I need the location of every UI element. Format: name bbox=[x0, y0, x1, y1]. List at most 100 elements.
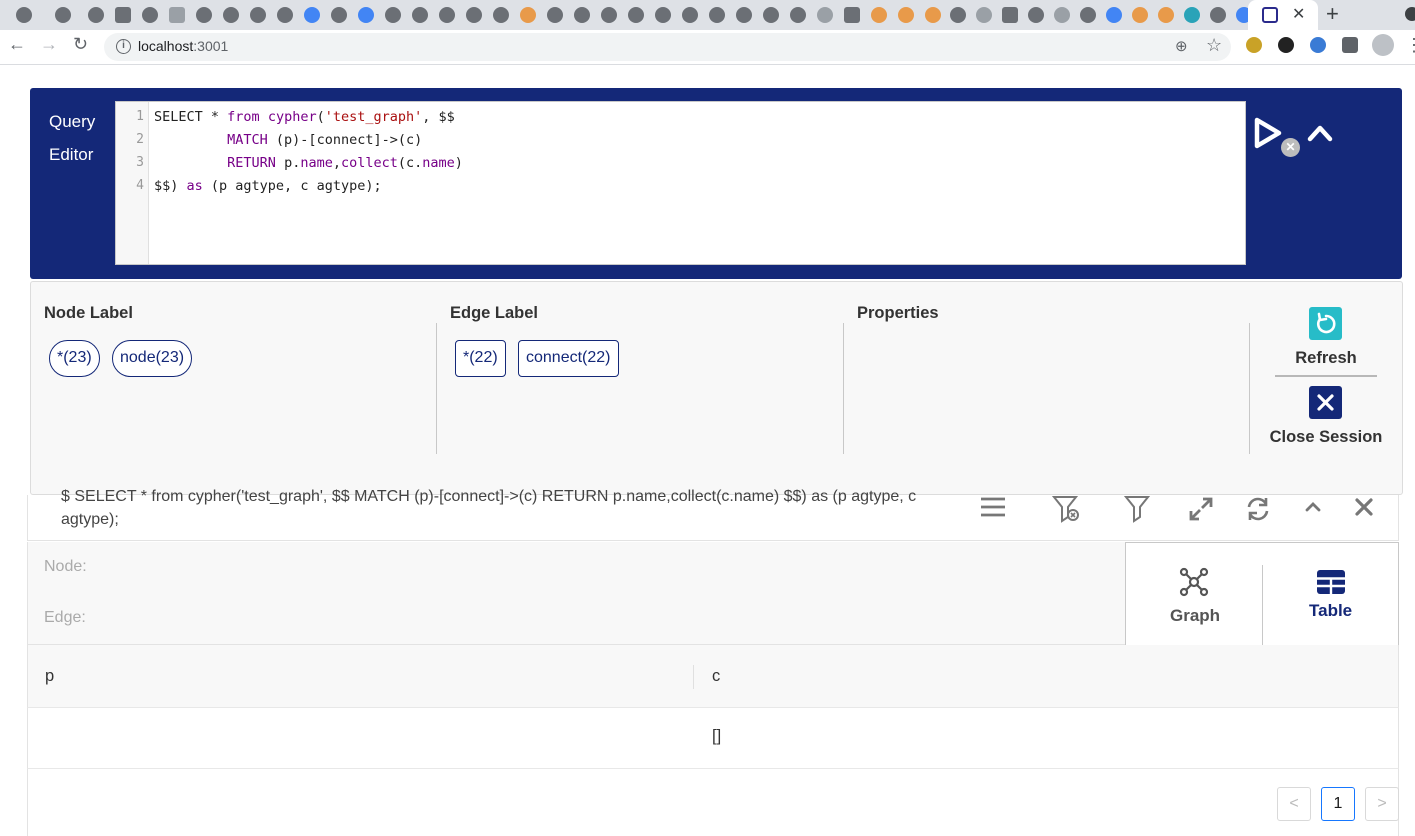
code-editor[interactable]: 1 2 3 4 SELECT * from cypher('test_graph… bbox=[115, 101, 1300, 265]
collapse-editor-icon[interactable] bbox=[1306, 121, 1334, 145]
tab-favicon-icon[interactable] bbox=[1184, 7, 1200, 23]
table-view-button[interactable]: Table bbox=[1263, 543, 1399, 647]
graph-view-button[interactable]: Graph bbox=[1126, 543, 1262, 647]
code-line[interactable]: SELECT * from cypher('test_graph', $$ bbox=[154, 109, 455, 125]
tab-favicon-icon[interactable] bbox=[16, 7, 32, 23]
site-info-icon[interactable]: i bbox=[116, 39, 131, 54]
tab-close-icon[interactable]: ✕ bbox=[1292, 4, 1305, 24]
column-header-c[interactable]: c bbox=[712, 667, 720, 686]
close-session-label[interactable]: Close Session bbox=[1263, 428, 1389, 447]
section-divider bbox=[1249, 323, 1250, 454]
edge-filter-row[interactable]: Edge: bbox=[27, 593, 1127, 645]
refresh-result-icon[interactable] bbox=[1243, 495, 1273, 523]
page-1-button[interactable]: 1 bbox=[1321, 787, 1355, 821]
column-header-p[interactable]: p bbox=[45, 667, 54, 686]
github-icon[interactable] bbox=[682, 7, 698, 23]
node-filter-row[interactable]: Node: bbox=[27, 542, 1127, 594]
code-line[interactable]: $$) as (p agtype, c agtype); bbox=[154, 178, 382, 194]
stackoverflow-icon[interactable] bbox=[925, 7, 941, 23]
github-icon[interactable] bbox=[142, 7, 158, 23]
github-icon[interactable] bbox=[790, 7, 806, 23]
github-icon[interactable] bbox=[709, 7, 725, 23]
tab-favicon-icon[interactable] bbox=[412, 7, 428, 23]
github-icon[interactable] bbox=[466, 7, 482, 23]
bookmark-star-icon[interactable]: ☆ bbox=[1206, 35, 1222, 56]
hamburger-menu-icon[interactable] bbox=[978, 495, 1008, 523]
stackoverflow-icon[interactable] bbox=[1158, 7, 1174, 23]
github-icon[interactable] bbox=[1028, 7, 1044, 23]
github-icon[interactable] bbox=[439, 7, 455, 23]
google-icon[interactable] bbox=[358, 7, 374, 23]
github-icon[interactable] bbox=[655, 7, 671, 23]
code-line[interactable]: MATCH (p)-[connect]->(c) bbox=[154, 132, 422, 148]
tab-favicon-icon[interactable] bbox=[88, 7, 104, 23]
forward-icon[interactable]: → bbox=[40, 34, 58, 55]
stackoverflow-icon[interactable] bbox=[520, 7, 536, 23]
github-icon[interactable] bbox=[628, 7, 644, 23]
google-icon[interactable] bbox=[304, 7, 320, 23]
node-label-chip[interactable]: node(23) bbox=[112, 340, 193, 377]
active-tab[interactable]: ✕ bbox=[1248, 0, 1318, 30]
back-icon[interactable]: ← bbox=[8, 34, 26, 55]
tab-favicon-icon[interactable] bbox=[950, 7, 966, 23]
stackoverflow-icon[interactable] bbox=[1132, 7, 1148, 23]
node-filter-label: Node: bbox=[44, 558, 87, 575]
query-editor-panel: Query Editor 1 2 3 4 SELECT * from cyphe… bbox=[30, 88, 1402, 279]
tab-favicon-icon[interactable] bbox=[1054, 7, 1070, 23]
close-result-icon[interactable] bbox=[1349, 495, 1379, 523]
url-text[interactable]: localhost:3001 bbox=[138, 38, 228, 54]
tab-favicon-icon[interactable] bbox=[976, 7, 992, 23]
reload-icon[interactable]: ↻ bbox=[73, 34, 88, 55]
edge-label-chip[interactable]: connect(22) bbox=[518, 340, 619, 377]
extension-icon[interactable] bbox=[1246, 37, 1262, 53]
zoom-icon[interactable]: ⊕ bbox=[1175, 37, 1188, 55]
tab-search-icon[interactable] bbox=[1405, 7, 1415, 21]
code-line[interactable]: RETURN p.name,collect(c.name) bbox=[154, 155, 463, 171]
next-page-button[interactable]: > bbox=[1365, 787, 1399, 821]
github-icon[interactable] bbox=[763, 7, 779, 23]
google-icon[interactable] bbox=[1106, 7, 1122, 23]
github-icon[interactable] bbox=[493, 7, 509, 23]
node-label-chip[interactable]: *(23) bbox=[49, 340, 100, 377]
github-icon[interactable] bbox=[574, 7, 590, 23]
new-tab-button[interactable]: + bbox=[1326, 1, 1339, 27]
tab-favicon-icon[interactable] bbox=[844, 7, 860, 23]
github-icon[interactable] bbox=[547, 7, 563, 23]
extensions-puzzle-icon[interactable] bbox=[1342, 37, 1358, 53]
prev-page-button[interactable]: < bbox=[1277, 787, 1311, 821]
fullscreen-icon[interactable] bbox=[1186, 495, 1216, 523]
tab-favicon-icon[interactable] bbox=[55, 7, 71, 23]
github-icon[interactable] bbox=[223, 7, 239, 23]
github-icon[interactable] bbox=[277, 7, 293, 23]
run-query-icon[interactable] bbox=[1248, 115, 1284, 151]
tab-favicon-icon[interactable] bbox=[1080, 7, 1096, 23]
stackoverflow-icon[interactable] bbox=[871, 7, 887, 23]
github-icon[interactable] bbox=[250, 7, 266, 23]
tab-favicon-icon[interactable] bbox=[115, 7, 131, 23]
filter-icon[interactable] bbox=[1122, 495, 1152, 523]
code-token: cypher bbox=[267, 109, 317, 125]
refresh-label[interactable]: Refresh bbox=[1283, 349, 1369, 368]
tab-favicon-icon[interactable] bbox=[817, 7, 833, 23]
close-session-button[interactable] bbox=[1309, 386, 1342, 419]
extension-icon[interactable] bbox=[1310, 37, 1326, 53]
query-editor-title: Query Editor bbox=[49, 105, 95, 171]
tab-favicon-icon[interactable] bbox=[1210, 7, 1226, 23]
tab-favicon-icon[interactable] bbox=[331, 7, 347, 23]
edge-label-chip[interactable]: *(22) bbox=[455, 340, 506, 377]
refresh-button[interactable] bbox=[1309, 307, 1342, 340]
profile-avatar[interactable] bbox=[1372, 34, 1394, 56]
code-token: name bbox=[300, 155, 333, 171]
tab-favicon-icon[interactable] bbox=[1002, 7, 1018, 23]
extension-icon[interactable] bbox=[1278, 37, 1294, 53]
book-icon[interactable] bbox=[169, 7, 185, 23]
stackoverflow-icon[interactable] bbox=[898, 7, 914, 23]
github-icon[interactable] bbox=[736, 7, 752, 23]
address-bar[interactable]: i localhost:3001 ⊕ ☆ bbox=[104, 33, 1231, 61]
clear-filter-icon[interactable] bbox=[1050, 495, 1080, 523]
github-icon[interactable] bbox=[196, 7, 212, 23]
github-icon[interactable] bbox=[601, 7, 617, 23]
github-icon[interactable] bbox=[385, 7, 401, 23]
browser-menu-icon[interactable]: ⋮ bbox=[1405, 35, 1415, 56]
collapse-result-icon[interactable] bbox=[1298, 495, 1328, 523]
